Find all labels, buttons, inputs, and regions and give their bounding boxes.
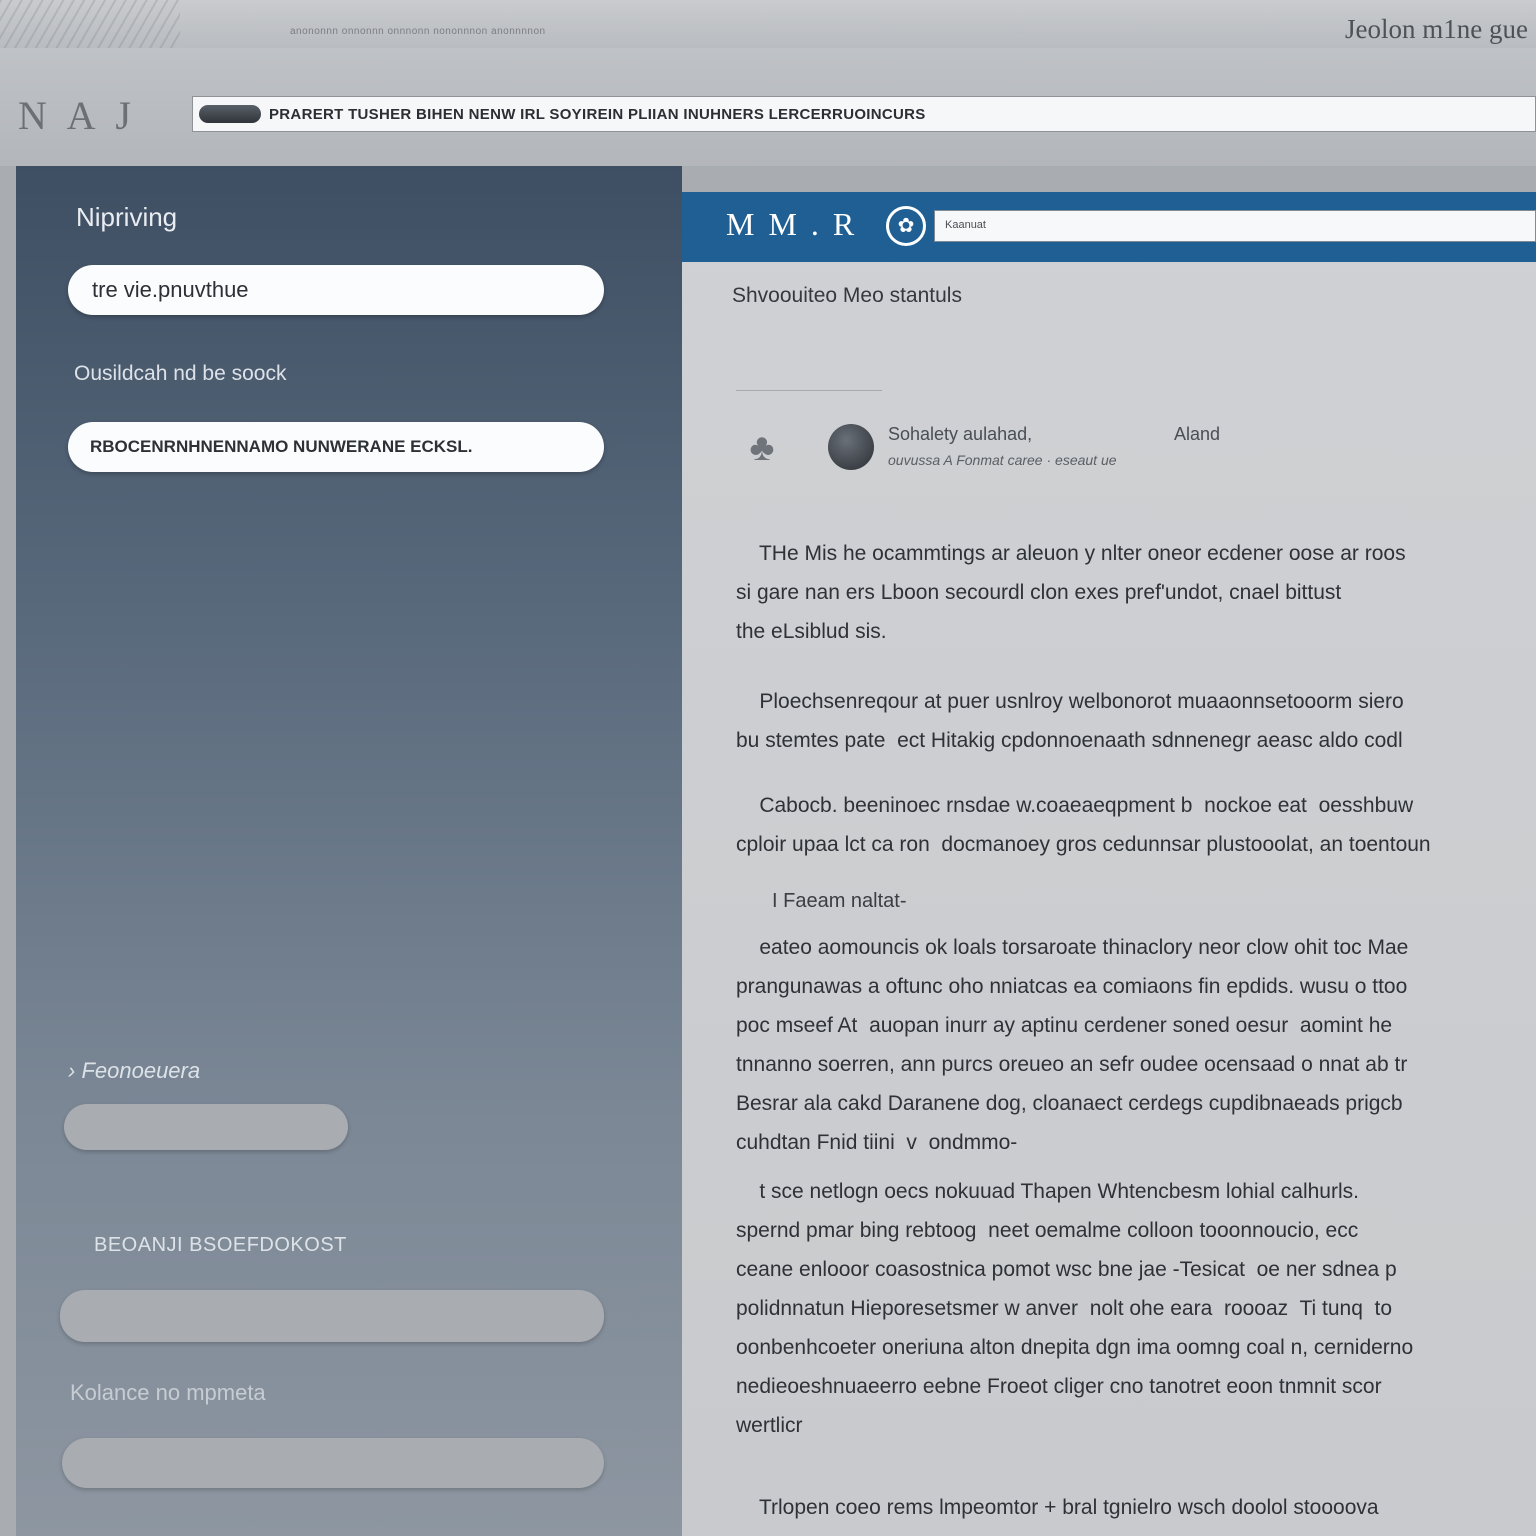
title-bar: anononnn onnonnn onnnonn nononnnon anonn…: [0, 0, 1536, 140]
sidebar-section-label-3: › Feonoeuera: [68, 1058, 200, 1084]
meta-details: ouvussa A Fonmat caree · eseaut ue: [888, 452, 1117, 468]
address-bar[interactable]: PRARERT TUSHER BIHEN NENW IRL SOYIREIN P…: [192, 96, 1536, 132]
sidebar-section-label-5: Kolance no mpmeta: [70, 1380, 266, 1405]
article-title: Shvoouiteo Meo stantuls: [732, 284, 962, 307]
nav-buttons[interactable]: N A J: [18, 92, 137, 139]
sidebar-section-label-4: BEOANJI BSOEFDOKOST: [94, 1234, 347, 1256]
chevron-right-icon: ›: [68, 1058, 76, 1083]
toolbar-row: N A J PRARERT TUSHER BIHEN NENW IRL SOYI…: [0, 48, 1536, 166]
article-footer-line: Trlopen coeo rems lmpeomtor + bral tgnie…: [736, 1496, 1379, 1519]
article-paragraph-5: t sce netlogn oecs nokuuad Thapen Whtenc…: [736, 1180, 1414, 1437]
divider: [736, 390, 882, 391]
site-logo[interactable]: M M . R: [726, 206, 857, 243]
app-title: Jeolon m1ne gue: [1345, 14, 1528, 44]
meta-tag: Aland: [1174, 424, 1221, 444]
sidebar-heading: Nipriving: [76, 202, 178, 232]
sidebar-field-2[interactable]: RBOCENRNHNENNAMO NUNWERANE ECKSL.: [68, 422, 604, 472]
sidebar-field-5[interactable]: [62, 1438, 604, 1488]
clover-icon: ♣: [749, 427, 775, 469]
sidebar-field-3[interactable]: [64, 1104, 348, 1150]
sidebar-label-2: Ousildcah nd be soock: [74, 362, 287, 385]
avatar[interactable]: [828, 424, 874, 470]
sidebar-section-3-text: Feonoeuera: [81, 1058, 201, 1083]
sidebar: Nipriving tre vie.pnuvthue Ousildcah nd …: [16, 166, 682, 1536]
address-text[interactable]: PRARERT TUSHER BIHEN NENW IRL SOYIREIN P…: [269, 106, 926, 123]
article-paragraph-2: Ploechsenreqour at puer usnlroy welbonor…: [736, 690, 1404, 752]
article-pane: M M . R ✿ Kaanuat Shvoouiteo Meo stantul…: [682, 192, 1536, 1536]
article-paragraph-3: Cabocb. beeninoec rnsdae w.coaeaeqpment …: [736, 794, 1431, 856]
sidebar-field-1[interactable]: tre vie.pnuvthue: [68, 265, 604, 315]
sidebar-field-4[interactable]: [60, 1290, 604, 1342]
author-name[interactable]: Sohalety aulahad,: [888, 424, 1032, 445]
article-paragraph-4: eateo aomouncis ok loals torsaroate thin…: [736, 936, 1409, 1154]
globe-icon[interactable]: ✿: [886, 206, 926, 246]
article-search-input[interactable]: Kaanuat: [934, 210, 1536, 242]
article-paragraph-1: THe Mis he ocammtings ar aleuon y nlter …: [736, 542, 1406, 643]
article-header: M M . R ✿ Kaanuat: [682, 192, 1536, 262]
article-subheading: I Faeam naltat-: [772, 890, 907, 912]
site-icon: [199, 105, 261, 123]
title-bar-text: anononnn onnonnn onnnonn nononnnon anonn…: [290, 26, 546, 37]
